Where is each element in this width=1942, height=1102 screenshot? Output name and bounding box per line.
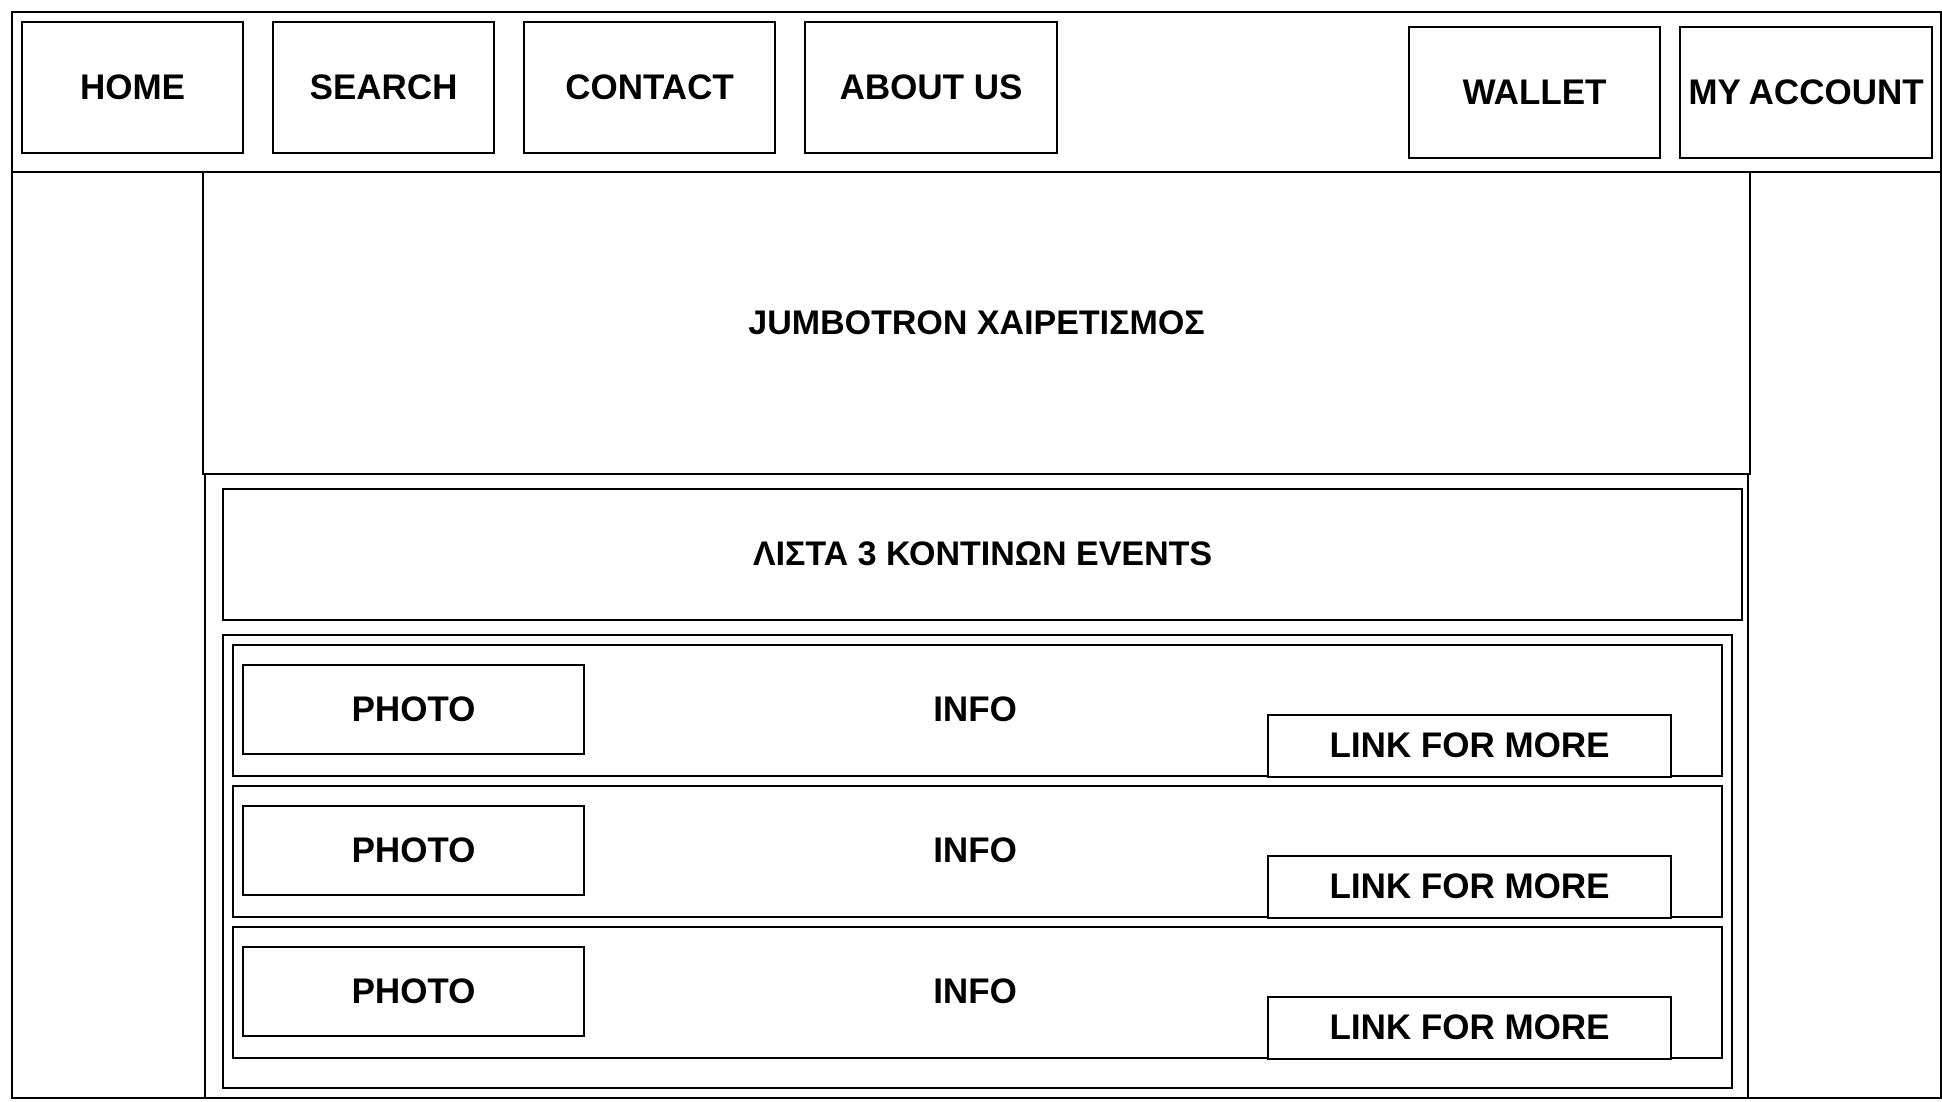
event-photo: PHOTO — [242, 664, 585, 755]
event-info: INFO — [933, 972, 1017, 1011]
jumbotron: JUMBOTRON ΧΑΙΡΕΤΙΣΜΟΣ — [202, 171, 1751, 475]
event-photo: PHOTO — [242, 946, 585, 1037]
event-link-more-button[interactable]: LINK FOR MORE — [1267, 714, 1672, 778]
event-link-more-button[interactable]: LINK FOR MORE — [1267, 996, 1672, 1060]
event-photo: PHOTO — [242, 805, 585, 896]
events-title: ΛΙΣΤΑ 3 ΚΟΝΤΙΝΩΝ EVENTS — [222, 488, 1743, 621]
nav-contact-button[interactable]: CONTACT — [523, 21, 776, 154]
nav-wallet-button[interactable]: WALLET — [1408, 26, 1661, 159]
nav-account-button[interactable]: MY ACCOUNT — [1679, 26, 1933, 159]
nav-home-button[interactable]: HOME — [21, 21, 244, 154]
nav-about-button[interactable]: ABOUT US — [804, 21, 1058, 154]
event-info: INFO — [933, 690, 1017, 729]
event-link-more-button[interactable]: LINK FOR MORE — [1267, 855, 1672, 919]
nav-search-button[interactable]: SEARCH — [272, 21, 495, 154]
event-info: INFO — [933, 831, 1017, 870]
